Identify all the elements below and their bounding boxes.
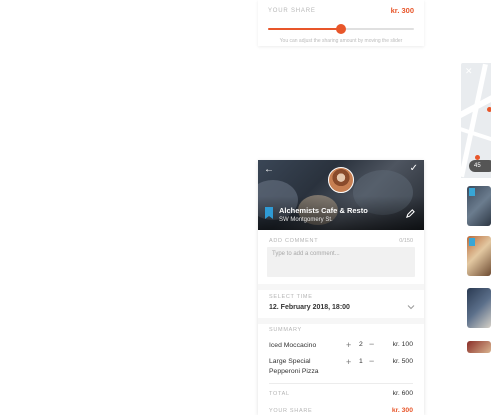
venue-thumbnail[interactable]	[467, 186, 491, 226]
venue-thumbnail[interactable]	[467, 341, 491, 353]
section-divider	[258, 284, 424, 290]
bookmark-icon	[469, 188, 475, 196]
share-amount: kr. 300	[390, 6, 414, 15]
item-name: Iced Moccacino	[269, 342, 317, 349]
time-label: SELECT TIME	[269, 294, 313, 300]
share-slider[interactable]	[268, 24, 414, 34]
item-price: kr. 500	[392, 358, 413, 365]
share-card-top: YOUR SHARE kr. 300 You can adjust the sh…	[258, 0, 424, 46]
venue-hero-image: ← ✓ Alchemists Cafe & Resto SW Montgomer…	[258, 160, 424, 230]
chevron-down-icon[interactable]	[407, 303, 415, 311]
time-value[interactable]: 12. February 2018, 18:00	[269, 304, 350, 311]
map-view[interactable]: ✕ 45	[461, 63, 491, 178]
back-arrow-icon[interactable]: ←	[264, 164, 274, 175]
share-label: YOUR SHARE	[268, 8, 316, 14]
your-share-label: YOUR SHARE	[269, 408, 313, 414]
item-quantity: 2	[359, 341, 363, 348]
adjacent-screen: ✕ 45	[461, 63, 491, 415]
check-icon[interactable]: ✓	[410, 163, 418, 174]
item-price: kr. 100	[392, 341, 413, 348]
map-pin-icon[interactable]	[487, 107, 491, 112]
total-label: TOTAL	[269, 391, 290, 397]
minus-icon[interactable]: −	[369, 357, 374, 366]
venue-name: Alchemists Cafe & Resto	[279, 206, 368, 215]
pencil-icon[interactable]	[406, 209, 415, 218]
plus-icon[interactable]: +	[346, 358, 351, 367]
item-name: Large Special Pepperoni Pizza	[269, 358, 319, 375]
summary-divider	[269, 383, 413, 384]
venue-address: SW Montgomery St.	[279, 217, 333, 223]
summary-label: SUMMARY	[269, 327, 302, 333]
share-slider-fill	[268, 28, 341, 30]
your-share-value: kr. 300	[391, 407, 413, 414]
item-quantity: 1	[359, 358, 363, 365]
total-value: kr. 600	[392, 390, 413, 397]
comment-counter: 0/150	[399, 238, 413, 244]
plus-icon[interactable]: +	[346, 341, 351, 350]
venue-thumbnail[interactable]	[467, 236, 491, 276]
close-icon[interactable]: ✕	[465, 66, 473, 77]
minus-icon[interactable]: −	[369, 340, 374, 349]
share-slider-thumb[interactable]	[336, 24, 346, 34]
venue-thumbnail[interactable]	[467, 288, 491, 328]
slider-hint: You can adjust the sharing amount by mov…	[279, 38, 403, 44]
bookmark-icon	[469, 238, 475, 246]
comment-input[interactable]	[267, 247, 415, 277]
comment-label: ADD COMMENT	[269, 238, 319, 244]
map-count-badge: 45	[469, 160, 491, 172]
venue-detail-screen: ← ✓ Alchemists Cafe & Resto SW Montgomer…	[258, 160, 424, 415]
section-divider	[258, 318, 424, 324]
avatar[interactable]	[328, 167, 354, 193]
